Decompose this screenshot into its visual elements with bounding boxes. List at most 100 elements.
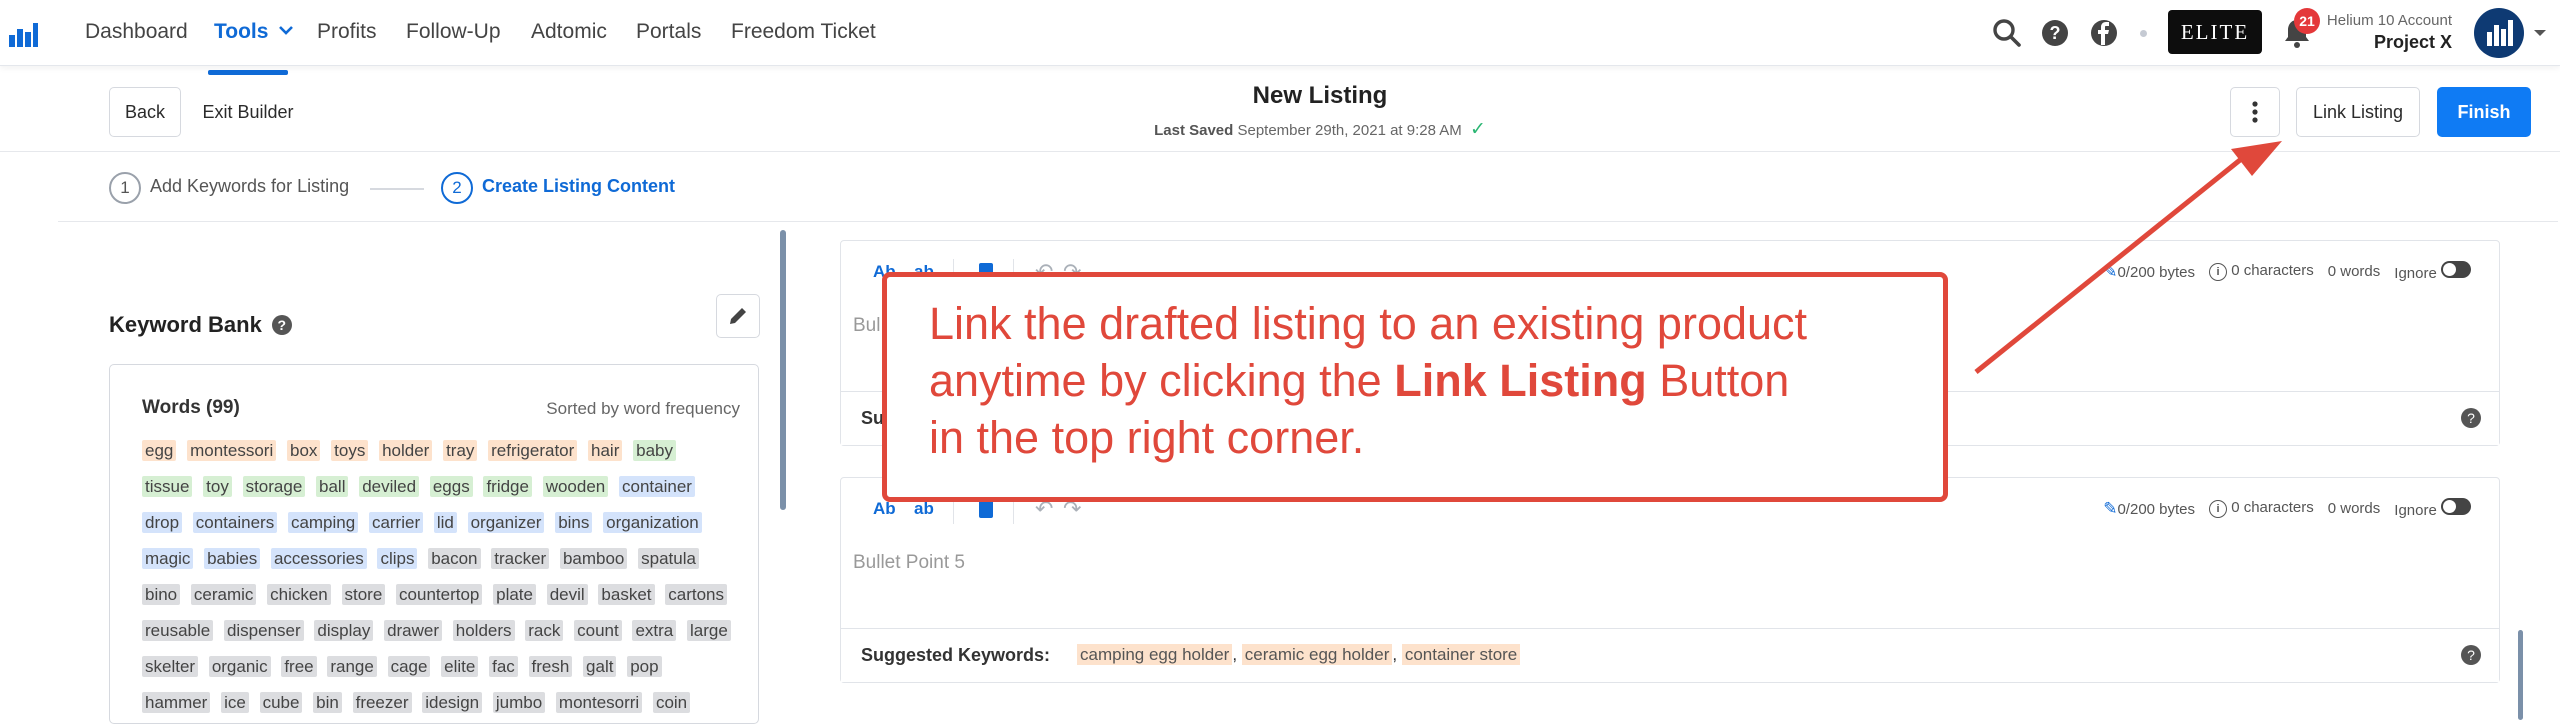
keyword-chip[interactable]: deviled bbox=[359, 476, 420, 497]
panel-resize-handle[interactable] bbox=[780, 230, 786, 510]
keyword-chip[interactable]: clips bbox=[377, 548, 418, 569]
keyword-chip[interactable]: accessories bbox=[270, 548, 367, 569]
document-icon[interactable] bbox=[979, 500, 993, 518]
step-1-label[interactable]: Add Keywords for Listing bbox=[150, 176, 349, 197]
ignore-toggle[interactable] bbox=[2441, 261, 2471, 278]
more-options-button[interactable] bbox=[2230, 87, 2280, 137]
keyword-chip[interactable]: containers bbox=[192, 512, 278, 533]
keyword-chip[interactable]: container bbox=[619, 476, 695, 497]
keyword-chip[interactable]: magic bbox=[142, 548, 194, 569]
nav-tools[interactable]: Tools bbox=[214, 20, 294, 44]
keyword-chip[interactable]: camping bbox=[287, 512, 359, 533]
keyword-chip[interactable]: fridge bbox=[483, 476, 532, 497]
keyword-chip[interactable]: extra bbox=[632, 620, 677, 641]
keyword-chip[interactable]: babies bbox=[204, 548, 261, 569]
suggested-keyword-chip[interactable]: container store bbox=[1401, 644, 1521, 665]
keyword-chip[interactable]: holder bbox=[379, 440, 433, 461]
keyword-chip[interactable]: montessori bbox=[187, 440, 277, 461]
keyword-chip[interactable]: dispenser bbox=[223, 620, 304, 641]
right-scrollbar[interactable] bbox=[2518, 630, 2523, 720]
suggested-help-icon[interactable]: ? bbox=[2461, 408, 2481, 428]
keyword-chip[interactable]: bamboo bbox=[559, 548, 628, 569]
keyword-chip[interactable]: free bbox=[281, 656, 317, 677]
keyword-chip[interactable]: devil bbox=[546, 584, 588, 605]
account-name[interactable]: Project X bbox=[2374, 32, 2452, 53]
elite-badge[interactable]: ELITE bbox=[2168, 10, 2262, 54]
nav-follow-up[interactable]: Follow-Up bbox=[406, 20, 501, 44]
keyword-chip[interactable]: ball bbox=[316, 476, 349, 497]
keyword-chip[interactable]: holders bbox=[452, 620, 515, 641]
keyword-chip[interactable]: elite bbox=[441, 656, 479, 677]
keyword-bank-help-icon[interactable]: ? bbox=[271, 315, 292, 335]
keyword-chip[interactable]: cartons bbox=[665, 584, 727, 605]
suggested-keyword-chip[interactable]: camping egg holder bbox=[1077, 644, 1233, 665]
capitalize-button[interactable]: Ab bbox=[873, 499, 896, 519]
step-2-label[interactable]: Create Listing Content bbox=[482, 176, 675, 197]
keyword-chip[interactable]: toys bbox=[331, 440, 369, 461]
nav-adtomic[interactable]: Adtomic bbox=[531, 20, 607, 44]
keyword-chip[interactable]: storage bbox=[242, 476, 306, 497]
suggested-keyword-chip[interactable]: ceramic egg holder bbox=[1241, 644, 1393, 665]
bullet-input-top[interactable]: Bul bbox=[853, 315, 880, 337]
help-icon[interactable]: ? bbox=[2038, 16, 2072, 50]
keyword-chip[interactable]: tray bbox=[443, 440, 478, 461]
keyword-chip[interactable]: toy bbox=[203, 476, 232, 497]
keyword-chip[interactable]: drawer bbox=[384, 620, 443, 641]
keyword-chip[interactable]: organizer bbox=[467, 512, 545, 533]
ignore-toggle[interactable] bbox=[2441, 498, 2471, 515]
keyword-chip[interactable]: egg bbox=[142, 440, 177, 461]
keyword-chip[interactable]: bino bbox=[142, 584, 181, 605]
avatar[interactable] bbox=[2474, 8, 2524, 58]
keyword-chip[interactable]: drop bbox=[142, 512, 183, 533]
keyword-chip[interactable]: refrigerator bbox=[488, 440, 578, 461]
keyword-chip[interactable]: reusable bbox=[142, 620, 214, 641]
keyword-chip[interactable]: tissue bbox=[142, 476, 193, 497]
keyword-chip[interactable]: lid bbox=[433, 512, 457, 533]
keyword-chip[interactable]: chicken bbox=[267, 584, 331, 605]
lowercase-button[interactable]: ab bbox=[914, 499, 934, 519]
keyword-chip[interactable]: bins bbox=[555, 512, 593, 533]
helium10-logo-icon[interactable] bbox=[8, 20, 38, 48]
keyword-chip[interactable]: tracker bbox=[491, 548, 550, 569]
info-icon[interactable]: i bbox=[2209, 263, 2228, 281]
step-2-number[interactable]: 2 bbox=[441, 172, 473, 204]
keyword-chip[interactable]: ceramic bbox=[190, 584, 257, 605]
keyword-chip[interactable]: range bbox=[327, 656, 377, 677]
keyword-chip[interactable]: box bbox=[286, 440, 321, 461]
keyword-chip[interactable]: display bbox=[314, 620, 374, 641]
keyword-chip[interactable]: fresh bbox=[528, 656, 573, 677]
step-1-number[interactable]: 1 bbox=[109, 172, 141, 204]
back-button[interactable]: Back bbox=[109, 87, 181, 137]
keyword-chip[interactable]: hair bbox=[588, 440, 623, 461]
finish-button[interactable]: Finish bbox=[2437, 87, 2531, 137]
facebook-icon[interactable] bbox=[2087, 16, 2121, 50]
keyword-chip[interactable]: spatula bbox=[638, 548, 699, 569]
words-sort-label[interactable]: Sorted by word frequency bbox=[546, 399, 740, 419]
nav-dashboard[interactable]: Dashboard bbox=[85, 20, 188, 44]
keyword-chip[interactable]: large bbox=[686, 620, 731, 641]
keyword-chip[interactable]: count bbox=[574, 620, 622, 641]
link-listing-button[interactable]: Link Listing bbox=[2296, 87, 2420, 137]
keyword-chip[interactable]: plate bbox=[493, 584, 536, 605]
keyword-chip[interactable]: skelter bbox=[142, 656, 199, 677]
keyword-chip[interactable]: eggs bbox=[429, 476, 473, 497]
keyword-chip[interactable]: countertop bbox=[396, 584, 483, 605]
keyword-chip[interactable]: organization bbox=[603, 512, 702, 533]
keyword-chip[interactable]: bacon bbox=[428, 548, 481, 569]
nav-portals[interactable]: Portals bbox=[636, 20, 701, 44]
keyword-chip[interactable]: galt bbox=[583, 656, 617, 677]
keyword-chip[interactable]: fac bbox=[489, 656, 518, 677]
keyword-chip[interactable]: baby bbox=[633, 440, 676, 461]
nav-freedom-ticket[interactable]: Freedom Ticket bbox=[731, 20, 876, 44]
keyword-chip[interactable]: basket bbox=[598, 584, 655, 605]
keyword-chip[interactable]: rack bbox=[525, 620, 564, 641]
search-icon[interactable] bbox=[1990, 16, 2024, 50]
keyword-chip[interactable]: pop bbox=[627, 656, 662, 677]
keyword-chip[interactable]: store bbox=[341, 584, 386, 605]
exit-builder-button[interactable]: Exit Builder bbox=[193, 87, 303, 137]
keyword-chip[interactable]: carrier bbox=[368, 512, 424, 533]
suggested-help-icon[interactable]: ? bbox=[2461, 645, 2481, 665]
bullet-point-5-input[interactable]: Bullet Point 5 bbox=[853, 552, 965, 574]
edit-keywords-button[interactable] bbox=[716, 294, 760, 338]
keyword-chip[interactable]: wooden bbox=[542, 476, 609, 497]
